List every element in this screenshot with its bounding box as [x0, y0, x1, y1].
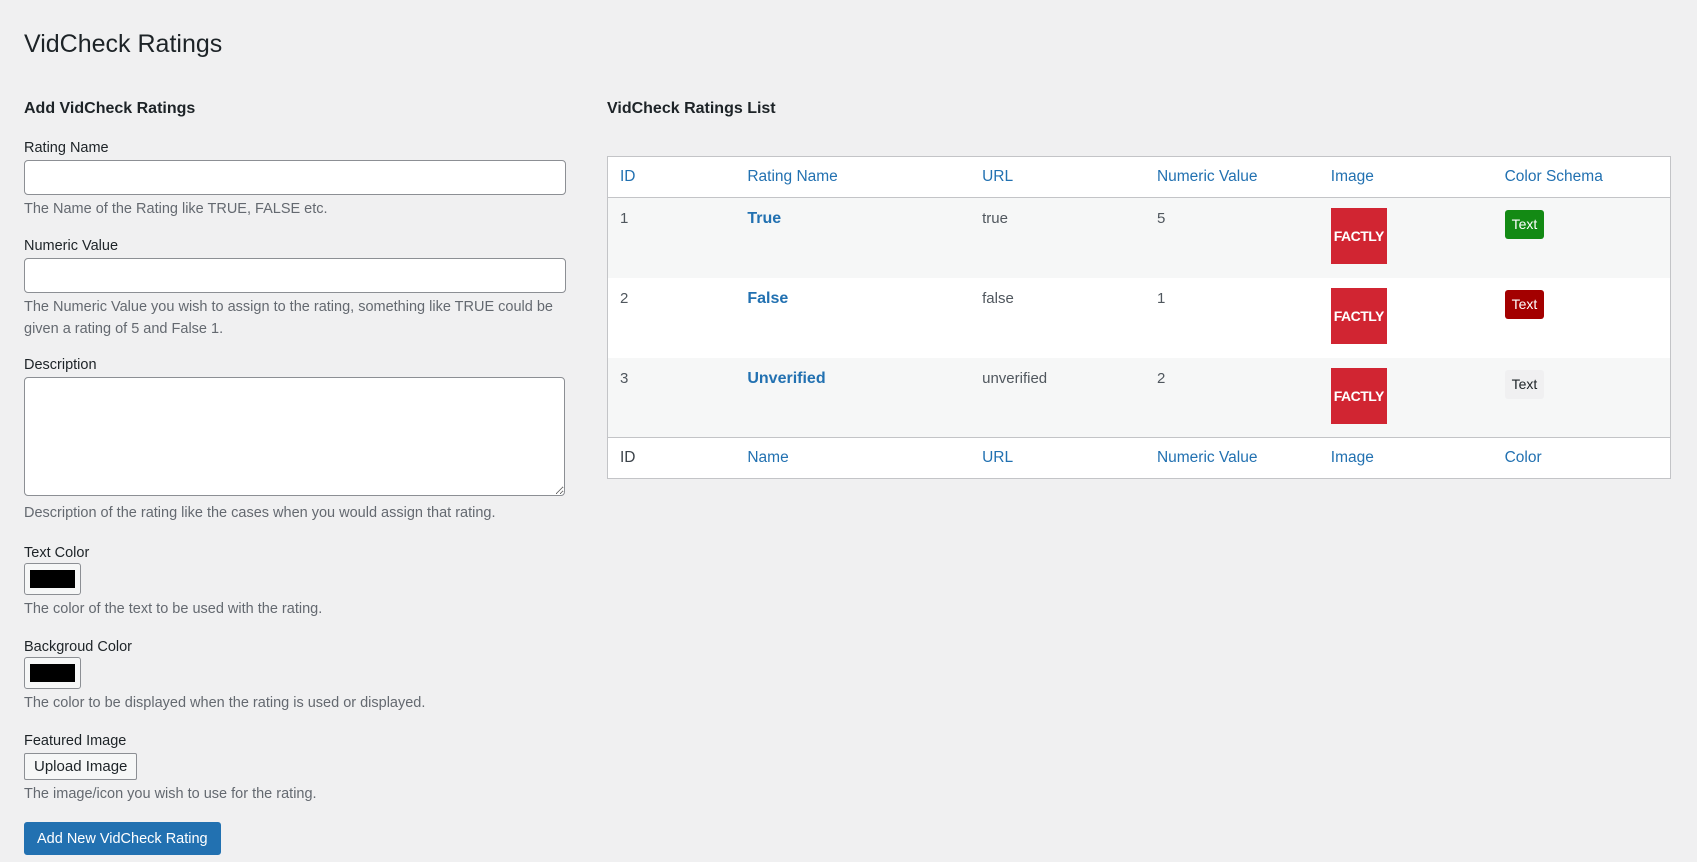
add-rating-button[interactable]: Add New VidCheck Rating	[24, 822, 221, 855]
header-id[interactable]: ID	[607, 156, 736, 198]
table-row: 1 True true 5 FACTLY Text	[607, 197, 1671, 278]
footer-id: ID	[607, 437, 736, 479]
list-section-title: VidCheck Ratings List	[607, 100, 776, 117]
rating-name-help: The Name of the Rating like TRUE, FALSE …	[24, 201, 328, 217]
page-title: VidCheck Ratings	[24, 30, 223, 58]
description-label: Description	[24, 357, 97, 373]
factly-logo-image: FACTLY	[1330, 367, 1387, 424]
featured-image-label: Featured Image	[24, 733, 127, 749]
cell-url: unverified	[982, 369, 1048, 387]
numeric-value-help: The Numeric Value you wish to assign to …	[24, 299, 553, 337]
color-schema-badge: Text	[1504, 210, 1545, 239]
table-footer-row: ID Name URL Numeric Value Image Color	[607, 437, 1671, 479]
cell-numeric: 1	[1156, 289, 1166, 307]
header-rating-name[interactable]: Rating Name	[735, 156, 971, 198]
color-schema-badge: Text	[1504, 289, 1545, 319]
rating-name-input[interactable]	[24, 160, 566, 195]
cell-numeric: 5	[1156, 210, 1166, 227]
description-textarea[interactable]	[24, 377, 565, 496]
cell-id: 2	[620, 289, 629, 307]
color-schema-badge: Text	[1504, 369, 1545, 399]
text-color-picker[interactable]	[24, 563, 81, 595]
footer-name[interactable]: Name	[735, 437, 971, 479]
cell-id: 1	[620, 210, 629, 227]
add-rating-form: Add VidCheck Ratings Rating Name The Nam…	[24, 100, 566, 802]
footer-numeric-value[interactable]: Numeric Value	[1144, 437, 1319, 479]
factly-logo-image: FACTLY	[1330, 287, 1387, 344]
table-header-row: ID Rating Name URL Numeric Value Image C…	[607, 156, 1671, 198]
header-url[interactable]: URL	[970, 156, 1145, 198]
footer-url[interactable]: URL	[970, 437, 1145, 479]
header-color-schema[interactable]: Color Schema	[1492, 156, 1671, 198]
ratings-list-section: VidCheck Ratings List	[607, 100, 1670, 118]
text-color-help: The color of the text to be used with th…	[24, 601, 323, 617]
form-section-title: Add VidCheck Ratings	[24, 100, 196, 117]
numeric-value-input[interactable]	[24, 258, 566, 293]
footer-color[interactable]: Color	[1492, 437, 1671, 479]
rating-name-link[interactable]: Unverified	[747, 370, 825, 387]
cell-url: true	[982, 210, 1008, 227]
rating-name-link[interactable]: True	[747, 210, 781, 227]
featured-image-help: The image/icon you wish to use for the r…	[24, 786, 317, 802]
table-row: 3 Unverified unverified 2 FACTLY Text	[607, 357, 1671, 438]
ratings-table: ID Rating Name URL Numeric Value Image C…	[607, 156, 1671, 479]
numeric-value-label: Numeric Value	[24, 238, 119, 254]
text-color-fill	[30, 570, 75, 588]
background-color-label: Backgroud Color	[24, 639, 132, 655]
background-color-fill	[30, 664, 75, 682]
header-image[interactable]: Image	[1318, 156, 1493, 198]
factly-logo-image: FACTLY	[1330, 208, 1387, 264]
table-row: 2 False false 1 FACTLY Text	[608, 278, 1671, 358]
background-color-help: The color to be displayed when the ratin…	[24, 695, 426, 711]
cell-url: false	[982, 289, 1014, 307]
rating-name-link[interactable]: False	[747, 290, 788, 307]
background-color-picker[interactable]	[24, 657, 81, 689]
description-help: Description of the rating like the cases…	[24, 505, 496, 521]
rating-name-label: Rating Name	[24, 140, 109, 156]
upload-image-button[interactable]: Upload Image	[24, 753, 138, 780]
cell-id: 3	[620, 369, 629, 387]
footer-image[interactable]: Image	[1318, 437, 1493, 479]
text-color-label: Text Color	[24, 545, 90, 561]
header-numeric-value[interactable]: Numeric Value	[1144, 156, 1319, 198]
cell-numeric: 2	[1156, 369, 1166, 387]
